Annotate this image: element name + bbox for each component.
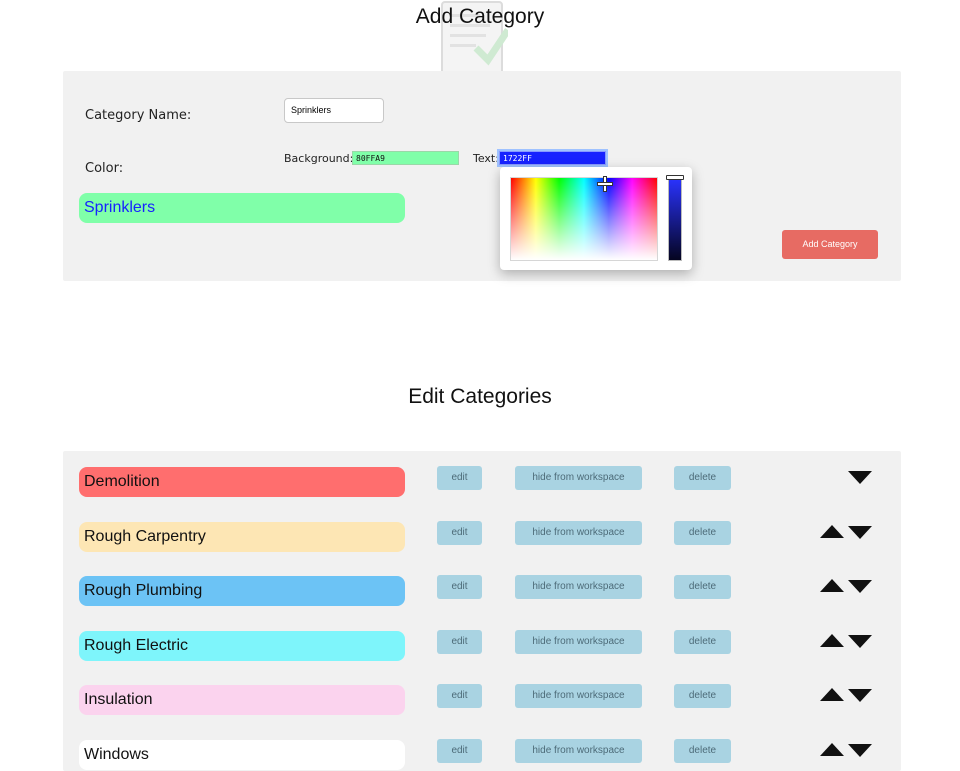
category-name-pill: Insulation xyxy=(79,685,405,715)
reorder-controls xyxy=(820,634,874,650)
hide-from-workspace-button[interactable]: hide from workspace xyxy=(515,521,642,545)
move-up-icon[interactable] xyxy=(820,634,844,647)
delete-button[interactable]: delete xyxy=(674,739,731,763)
hide-from-workspace-button[interactable]: hide from workspace xyxy=(515,739,642,763)
reorder-controls xyxy=(820,688,874,704)
move-down-icon[interactable] xyxy=(848,744,872,757)
move-down-icon[interactable] xyxy=(848,635,872,648)
add-category-title: Add Category xyxy=(415,5,545,28)
category-name-label: Category Name: xyxy=(85,108,192,123)
hide-from-workspace-button[interactable]: hide from workspace xyxy=(515,630,642,654)
category-name-pill: Rough Electric xyxy=(79,631,405,661)
move-down-icon[interactable] xyxy=(848,471,872,484)
reorder-controls xyxy=(820,470,874,486)
text-color-input[interactable]: 1722FF xyxy=(499,151,606,165)
slider-handle[interactable] xyxy=(666,175,684,180)
delete-button[interactable]: delete xyxy=(674,466,731,490)
edit-categories-title: Edit Categories xyxy=(408,385,552,408)
crosshair-icon[interactable] xyxy=(598,177,612,191)
delete-button[interactable]: delete xyxy=(674,684,731,708)
reorder-controls xyxy=(820,743,874,759)
color-picker-popup xyxy=(500,167,692,270)
category-name-pill: Windows xyxy=(79,740,405,770)
brightness-slider[interactable] xyxy=(668,177,682,261)
color-spectrum[interactable] xyxy=(510,177,658,261)
move-up-icon[interactable] xyxy=(820,525,844,538)
reorder-controls xyxy=(820,525,874,541)
edit-button[interactable]: edit xyxy=(437,630,482,654)
move-up-icon[interactable] xyxy=(820,743,844,756)
background-label: Background: xyxy=(284,152,354,165)
delete-button[interactable]: delete xyxy=(674,521,731,545)
category-name-input[interactable]: Sprinklers xyxy=(284,98,384,123)
move-down-icon[interactable] xyxy=(848,689,872,702)
edit-button[interactable]: edit xyxy=(437,684,482,708)
category-name-pill: Demolition xyxy=(79,467,405,497)
add-category-panel xyxy=(63,71,901,281)
edit-categories-panel xyxy=(63,451,901,771)
background-color-input[interactable]: 80FFA9 xyxy=(352,151,459,165)
hide-from-workspace-button[interactable]: hide from workspace xyxy=(515,684,642,708)
category-name-pill: Rough Carpentry xyxy=(79,522,405,552)
edit-button[interactable]: edit xyxy=(437,739,482,763)
edit-button[interactable]: edit xyxy=(437,575,482,599)
edit-button[interactable]: edit xyxy=(437,521,482,545)
move-up-icon[interactable] xyxy=(820,579,844,592)
category-name-pill: Rough Plumbing xyxy=(79,576,405,606)
reorder-controls xyxy=(820,579,874,595)
delete-button[interactable]: delete xyxy=(674,575,731,599)
text-label: Text: xyxy=(473,152,499,165)
hide-from-workspace-button[interactable]: hide from workspace xyxy=(515,575,642,599)
category-preview: Sprinklers xyxy=(79,193,405,223)
move-up-icon[interactable] xyxy=(820,688,844,701)
add-category-button[interactable]: Add Category xyxy=(782,230,878,259)
delete-button[interactable]: delete xyxy=(674,630,731,654)
move-down-icon[interactable] xyxy=(848,580,872,593)
hide-from-workspace-button[interactable]: hide from workspace xyxy=(515,466,642,490)
edit-button[interactable]: edit xyxy=(437,466,482,490)
move-down-icon[interactable] xyxy=(848,526,872,539)
color-label: Color: xyxy=(85,161,124,176)
